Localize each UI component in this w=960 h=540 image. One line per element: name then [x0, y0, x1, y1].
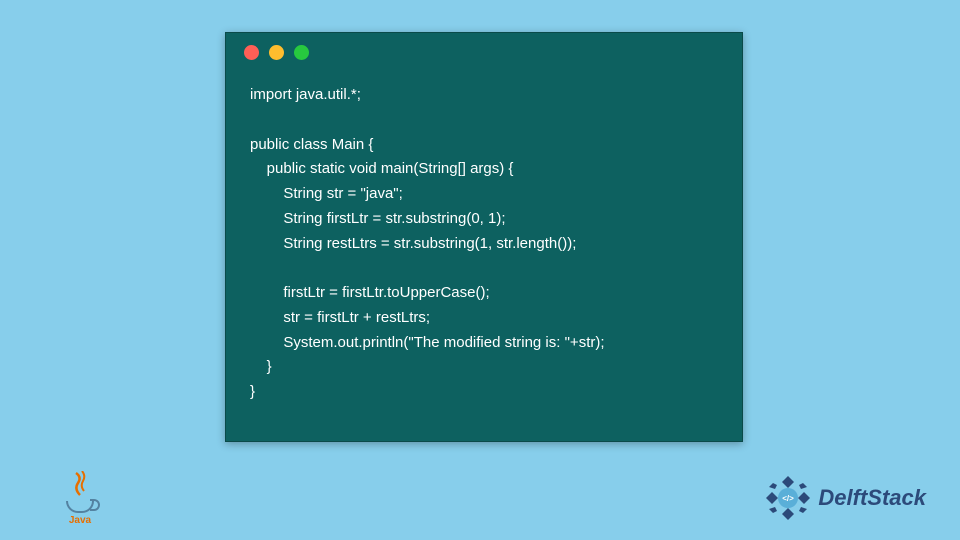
java-logo-text: Java — [69, 515, 91, 526]
delftstack-logo: </> DelftStack — [764, 474, 926, 522]
window-title-bar — [226, 33, 742, 71]
java-logo: Java — [60, 468, 100, 526]
close-icon[interactable] — [244, 45, 259, 60]
delftstack-icon: </> — [764, 474, 812, 522]
delftstack-text: DelftStack — [818, 485, 926, 511]
java-steam-icon — [68, 471, 92, 501]
java-cup-icon — [66, 501, 94, 513]
svg-text:</>: </> — [783, 494, 795, 503]
minimize-icon[interactable] — [269, 45, 284, 60]
code-content: import java.util.*; public class Main { … — [226, 71, 742, 417]
code-window: import java.util.*; public class Main { … — [225, 32, 743, 442]
maximize-icon[interactable] — [294, 45, 309, 60]
